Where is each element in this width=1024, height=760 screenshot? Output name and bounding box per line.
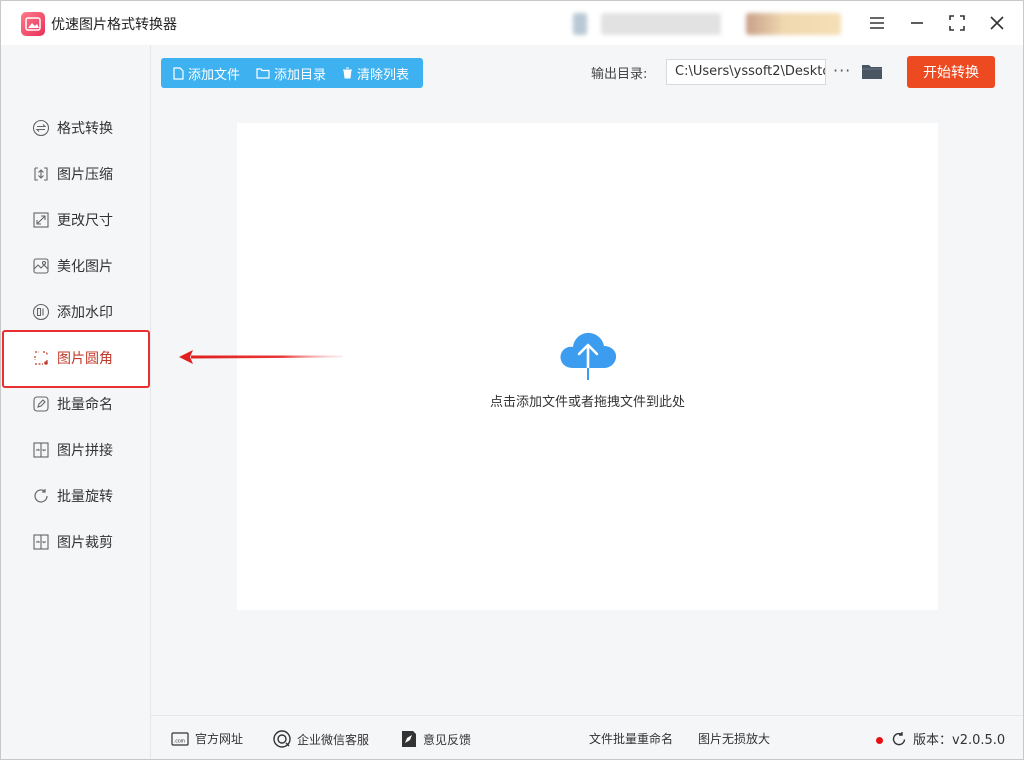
sidebar-item-label: 格式转换	[57, 121, 113, 137]
clear-list-button[interactable]: 清除列表	[342, 64, 409, 83]
version-info[interactable]: 版本：v2.0.5.0	[891, 729, 1005, 748]
sidebar-item-label: 图片压缩	[57, 167, 113, 183]
account-name	[601, 13, 721, 35]
upload-cloud-icon	[560, 332, 617, 382]
account-avatar[interactable]	[573, 13, 587, 35]
sidebar-item-label: 图片裁剪	[57, 535, 113, 551]
maximize-icon[interactable]	[945, 11, 969, 35]
sidebar-item-rename[interactable]: 批量命名	[31, 391, 141, 417]
output-dir-field[interactable]: C:\Users\yssoft2\Desktop	[666, 59, 826, 85]
svg-text:.com: .com	[174, 738, 185, 744]
sidebar-item-stitch[interactable]: 图片拼接	[31, 437, 141, 463]
feedback-link[interactable]: 意见反馈	[401, 730, 471, 748]
watermark-icon	[31, 302, 51, 322]
file-toolbar: 添加文件 添加目录 清除列表	[161, 58, 423, 88]
convert-icon	[31, 118, 51, 138]
add-file-button[interactable]: 添加文件	[173, 64, 240, 83]
rotate-icon	[31, 486, 51, 506]
sidebar-item-watermark[interactable]: 添加水印	[31, 299, 141, 325]
wechat-support-link[interactable]: 企业微信客服	[273, 730, 369, 748]
beautify-icon	[31, 256, 51, 276]
sidebar-item-label: 图片圆角	[57, 351, 113, 367]
feedback-icon	[402, 731, 416, 747]
resize-icon	[31, 210, 51, 230]
annotation-arrow	[179, 350, 343, 364]
sidebar-item-label: 批量旋转	[57, 489, 113, 505]
rename-icon	[31, 394, 51, 414]
trash-icon	[343, 67, 353, 79]
update-dot	[876, 737, 883, 744]
sidebar-item-label: 图片拼接	[57, 443, 113, 459]
app-title: 优速图片格式转换器	[51, 17, 177, 33]
refresh-icon	[892, 731, 906, 745]
output-dir-label: 输出目录:	[591, 67, 648, 82]
drop-hint-text: 点击添加文件或者拖拽文件到此处	[489, 395, 685, 410]
chat-bubble-icon	[273, 730, 291, 748]
file-drop-zone[interactable]: 点击添加文件或者拖拽文件到此处	[237, 123, 938, 610]
crop-icon	[31, 532, 51, 552]
app-window: 优速图片格式转换器 格式转换 图片压缩 更改尺寸 美化图片 添加水印 图片圆角 …	[0, 0, 1024, 760]
menu-icon[interactable]	[865, 11, 889, 35]
close-icon[interactable]	[985, 11, 1009, 35]
website-link[interactable]: .com 官方网址	[171, 730, 243, 747]
sidebar-item-label: 更改尺寸	[57, 213, 113, 229]
sidebar-item-rotate[interactable]: 批量旋转	[31, 483, 141, 509]
sidebar: 格式转换 图片压缩 更改尺寸 美化图片 添加水印 图片圆角 批量命名 图片拼接 …	[1, 45, 151, 759]
folder-outline-icon	[256, 68, 270, 79]
promo-banner[interactable]	[746, 13, 841, 35]
sidebar-item-compress[interactable]: 图片压缩	[31, 161, 141, 187]
footer-bar: .com 官方网址 企业微信客服 意见反馈 文件批量重命名 图片无损放大 版本：…	[151, 715, 1023, 759]
title-bar: 优速图片格式转换器	[1, 1, 1023, 45]
sidebar-item-label: 美化图片	[57, 259, 113, 275]
start-convert-button[interactable]: 开始转换	[907, 56, 995, 88]
sidebar-item-label: 批量命名	[57, 397, 113, 413]
sidebar-item-resize[interactable]: 更改尺寸	[31, 207, 141, 233]
minimize-icon[interactable]	[905, 11, 929, 35]
file-icon	[173, 66, 184, 80]
sidebar-item-beautify[interactable]: 美化图片	[31, 253, 141, 279]
app-logo-icon	[21, 12, 45, 36]
stitch-icon	[31, 440, 51, 460]
sidebar-item-round-corner[interactable]: 图片圆角	[31, 345, 141, 371]
open-folder-icon[interactable]	[861, 62, 883, 84]
more-options-button[interactable]: ···	[833, 61, 851, 80]
round-corner-icon	[31, 348, 51, 368]
sidebar-item-label: 添加水印	[57, 305, 113, 321]
add-directory-button[interactable]: 添加目录	[256, 64, 326, 83]
batch-rename-link[interactable]: 文件批量重命名	[589, 730, 673, 747]
sidebar-item-crop[interactable]: 图片裁剪	[31, 529, 141, 555]
website-icon: .com	[171, 731, 189, 746]
compress-icon	[31, 164, 51, 184]
sidebar-item-format-convert[interactable]: 格式转换	[31, 115, 141, 141]
lossless-enlarge-link[interactable]: 图片无损放大	[698, 730, 770, 747]
